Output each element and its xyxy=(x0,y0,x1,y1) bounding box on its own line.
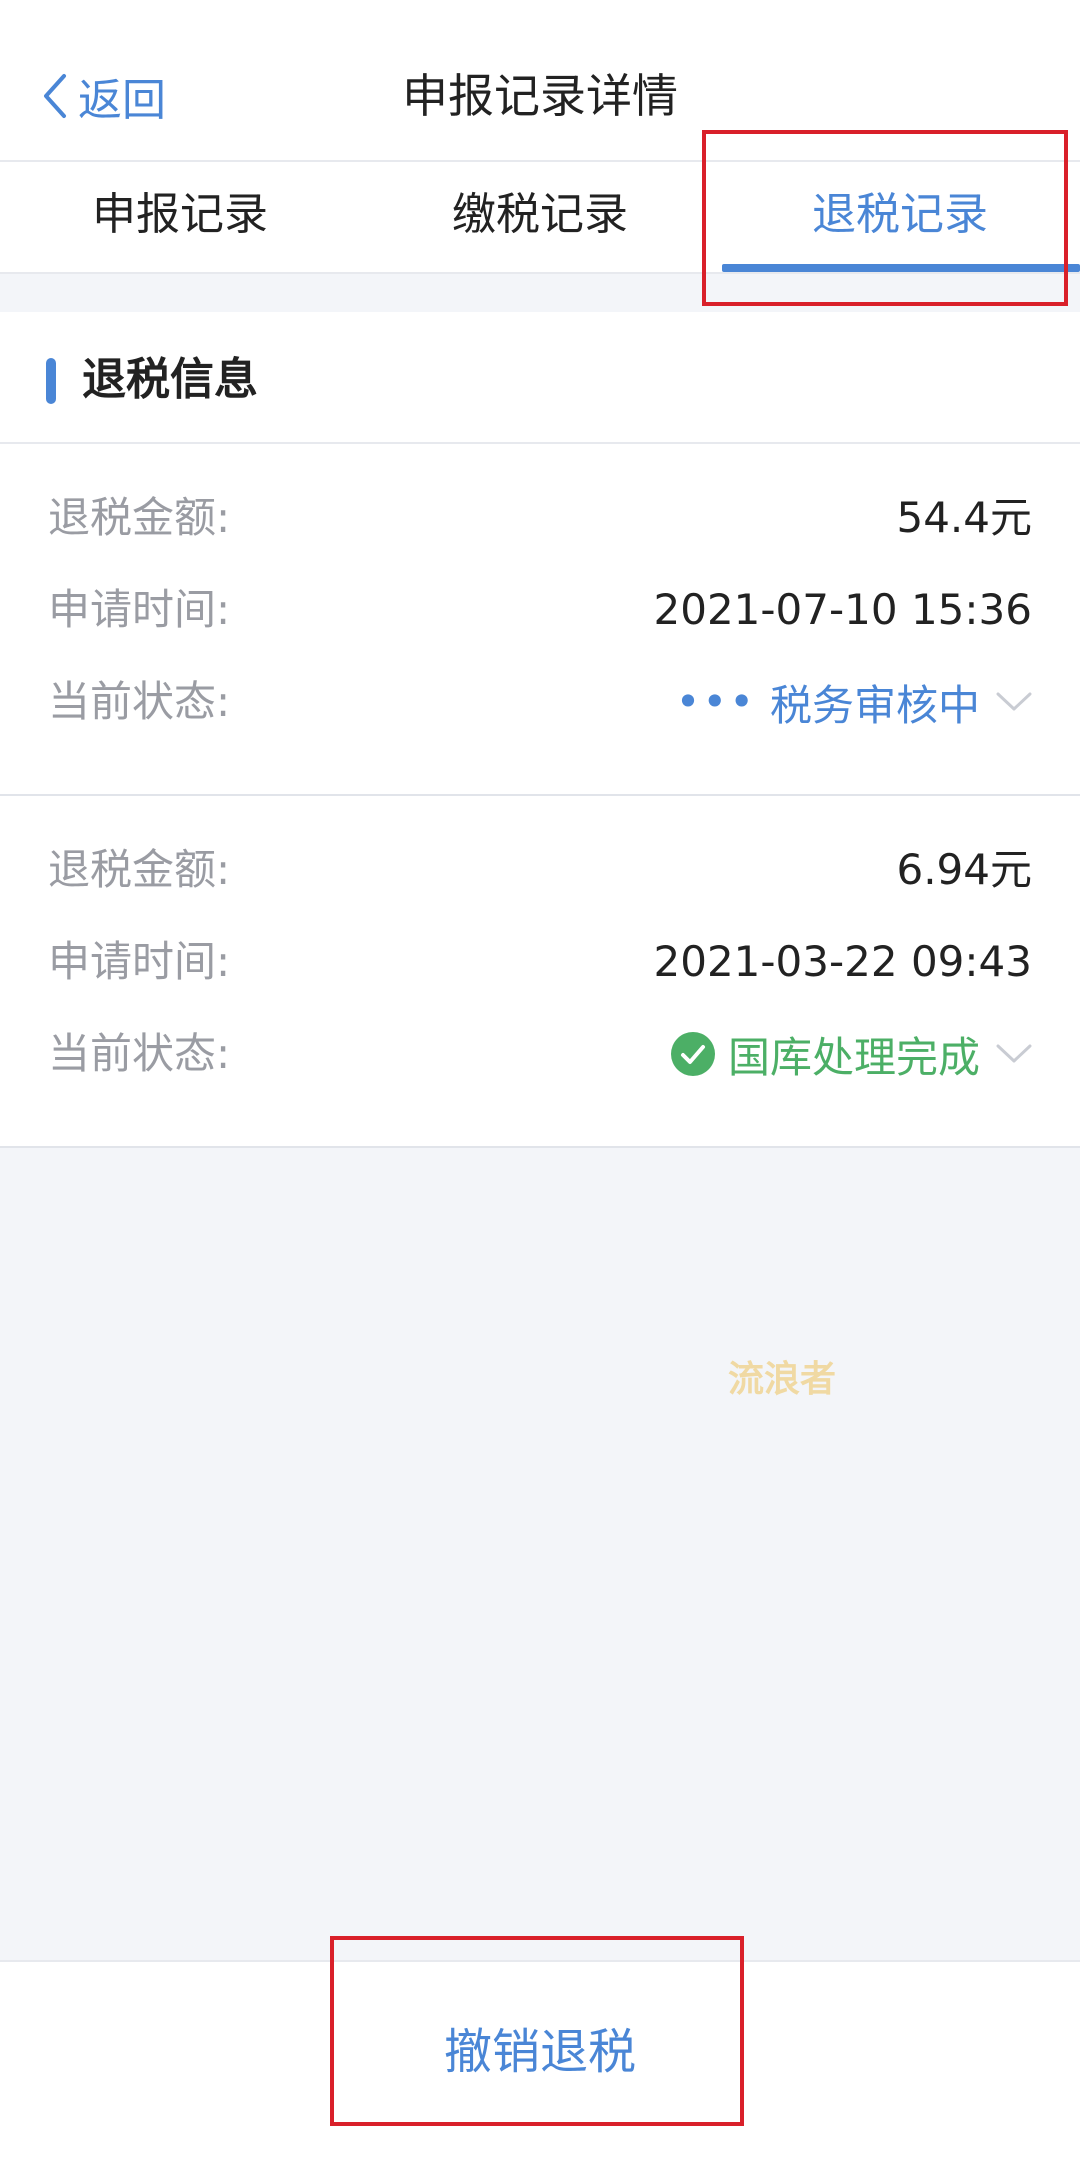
current-status-row: 当前状态: 国库处理完成 xyxy=(48,1024,1032,1084)
chevron-down-icon xyxy=(996,692,1032,711)
apply-time-label: 申请时间: xyxy=(48,937,231,986)
apply-time-label: 申请时间: xyxy=(48,585,231,634)
refund-amount-row: 退税金额: 6.94元 xyxy=(48,840,1032,900)
tab-tax-payment-records[interactable]: 缴税记录 xyxy=(360,162,720,272)
current-status-label: 当前状态: xyxy=(48,1029,231,1078)
chevron-down-icon xyxy=(996,1044,1032,1063)
status-value: 税务审核中 xyxy=(769,680,980,730)
refund-amount-value: 54.4元 xyxy=(896,493,1032,542)
watermark-text: 流浪者 xyxy=(728,1359,837,1400)
refund-record-card: 退税金额: 6.94元 申请时间: 2021-03-22 09:43 当前状态:… xyxy=(0,796,1080,1148)
check-circle-icon xyxy=(670,1032,715,1076)
section-title: 退税信息 xyxy=(82,354,258,405)
refund-record-card: 退税金额: 54.4元 申请时间: 2021-07-10 15:36 当前状态:… xyxy=(0,444,1080,796)
apply-time-row: 申请时间: 2021-07-10 15:36 xyxy=(48,580,1032,640)
refund-amount-row: 退税金额: 54.4元 xyxy=(48,488,1032,548)
page-title: 申报记录详情 xyxy=(402,69,678,123)
status-dropdown[interactable]: 国库处理完成 xyxy=(670,1024,1032,1084)
refund-amount-label: 退税金额: xyxy=(48,845,231,894)
current-status-row: 当前状态: ••• 税务审核中 xyxy=(48,672,1032,732)
apply-time-row: 申请时间: 2021-03-22 09:43 xyxy=(48,932,1032,992)
section-accent-bar xyxy=(46,358,56,404)
section-header: 退税信息 xyxy=(0,312,1080,444)
current-status-label: 当前状态: xyxy=(48,677,231,726)
status-dropdown[interactable]: ••• 税务审核中 xyxy=(676,672,1032,732)
apply-time-value: 2021-03-22 09:43 xyxy=(653,937,1032,986)
status-value: 国库处理完成 xyxy=(727,1032,980,1082)
refund-amount-value: 6.94元 xyxy=(896,845,1032,894)
highlight-box-refund-tab xyxy=(702,130,1068,306)
tab-declaration-records[interactable]: 申报记录 xyxy=(0,162,360,272)
apply-time-value: 2021-07-10 15:36 xyxy=(653,585,1032,634)
page: 返回 申报记录详情 申报记录 缴税记录 退税记录 退税信息 退税金额: 54.4… xyxy=(0,0,1080,2172)
refund-amount-label: 退税金额: xyxy=(48,493,231,542)
highlight-box-cancel-button xyxy=(330,1936,744,2126)
dots-icon: ••• xyxy=(675,677,756,726)
